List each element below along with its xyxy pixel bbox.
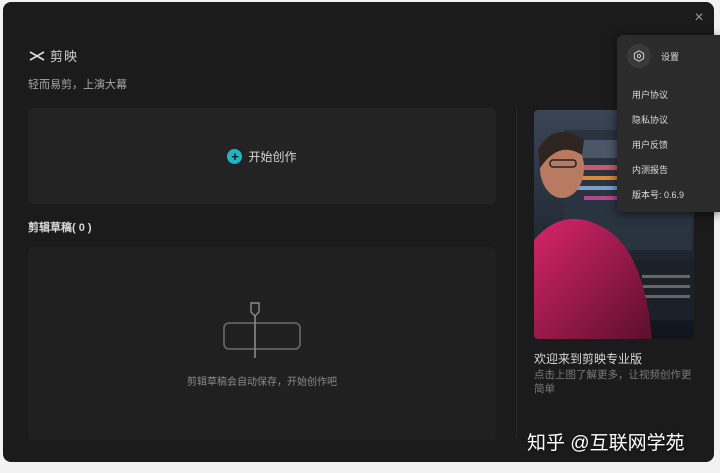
menu-item-version: 版本号: 0.6.9 (632, 190, 685, 200)
app-slogan: 轻而易剪，上演大幕 (28, 79, 127, 91)
panel-divider (516, 108, 517, 438)
watermark: 知乎 @互联网学苑 (527, 433, 685, 454)
settings-dropdown-menu: 设置 用户协议 隐私协议 用户反馈 内测报告 版本号: 0.6.9 (617, 35, 720, 212)
close-button[interactable]: × (689, 8, 709, 28)
promo-description: 点击上图了解更多，让视频创作更简单 (534, 369, 692, 395)
drafts-section-title: 剪辑草稿( 0 ) (28, 222, 92, 234)
app-window: × 剪映 轻而易剪，上演大幕 + 开始创作 剪辑草稿( 0 ) 剪辑草稿会自动保… (3, 2, 714, 462)
start-creating-label: 开始创作 (248, 149, 297, 164)
app-logo: 剪映 (28, 46, 78, 65)
capcut-logo-icon (29, 50, 45, 61)
empty-timeline-icon (223, 302, 301, 358)
menu-item-privacy-policy[interactable]: 隐私协议 (632, 113, 668, 126)
settings-label[interactable]: 设置 (661, 50, 679, 63)
menu-item-user-agreement[interactable]: 用户协议 (632, 88, 668, 101)
promo-title[interactable]: 欢迎来到剪映专业版 (534, 350, 642, 367)
menu-item-beta-report[interactable]: 内测报告 (632, 163, 668, 176)
menu-item-user-feedback[interactable]: 用户反馈 (632, 138, 668, 151)
settings-header[interactable]: 设置 (627, 44, 679, 68)
settings-icon[interactable] (627, 44, 651, 68)
drafts-empty-panel: 剪辑草稿会自动保存，开始创作吧 (28, 247, 496, 440)
app-name: 剪映 (50, 49, 79, 64)
drafts-empty-hint: 剪辑草稿会自动保存，开始创作吧 (187, 377, 337, 388)
plus-icon: + (227, 148, 243, 164)
start-creating-button[interactable]: + 开始创作 (28, 108, 496, 204)
